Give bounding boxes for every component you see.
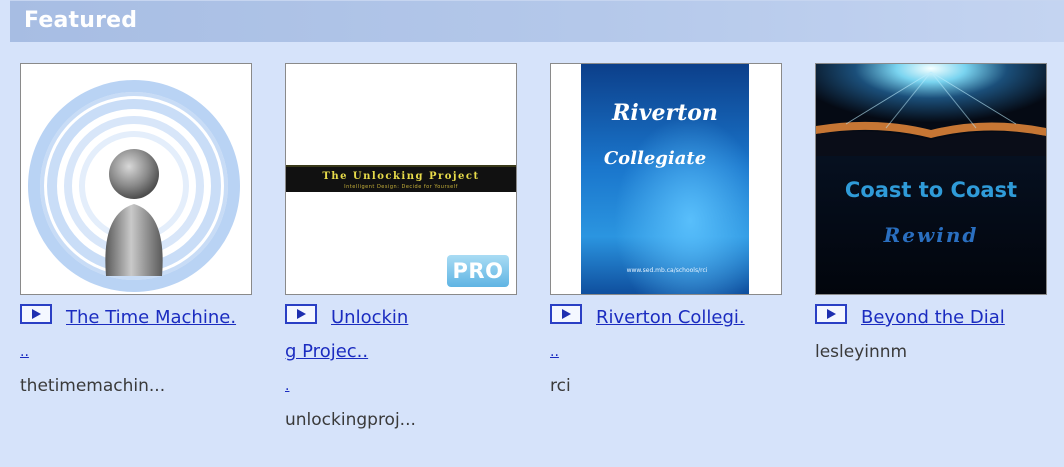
thumbnail-image[interactable] <box>20 63 252 295</box>
item-title-link[interactable]: Riverton Collegi. <box>596 301 796 335</box>
item-title-link-cont[interactable]: g Projec.. <box>285 335 368 369</box>
item-author: lesleyinnm <box>815 342 908 362</box>
podcast-person-icon <box>21 64 251 294</box>
thumbnail-subtitle-text: Intelligent Design: Decide for Yourself <box>344 184 458 190</box>
thumbnail-image[interactable]: Riverton Collegiate www.sed.mb.ca/school… <box>550 63 782 295</box>
item-title-link[interactable]: Beyond the Dial <box>861 301 1061 335</box>
thumbnail-subtitle-text: Collegiate <box>604 148 706 169</box>
item-title-link-cont[interactable]: .. <box>550 335 559 369</box>
riverton-collegiate-thumbnail: Riverton Collegiate www.sed.mb.ca/school… <box>551 64 781 294</box>
featured-panel: Featured The Time Machine. .. thetimemac… <box>0 0 1064 467</box>
item-title-link[interactable]: The Time Machine. <box>66 301 266 335</box>
play-icon[interactable] <box>815 304 847 324</box>
featured-header: Featured <box>10 0 1064 42</box>
item-title-link[interactable]: Unlockin <box>331 301 531 335</box>
thumbnail-image[interactable]: Coast to Coast Rewind <box>815 63 1047 295</box>
play-icon[interactable] <box>550 304 582 324</box>
item-title-link-cont[interactable]: .. <box>20 335 29 369</box>
play-icon[interactable] <box>20 304 52 324</box>
thumbnail-title-text: Coast to Coast <box>845 178 1017 202</box>
item-author: thetimemachin... <box>20 376 166 396</box>
thumbnail-url-text: www.sed.mb.ca/schools/rci <box>627 267 708 274</box>
item-author: unlockingproj... <box>285 410 416 430</box>
coast-to-coast-thumbnail: Coast to Coast Rewind <box>816 64 1046 294</box>
thumbnail-subtitle-text: Rewind <box>883 223 979 247</box>
item-title-link-cont2[interactable]: . <box>285 369 289 403</box>
thumbnail-title-text: Riverton <box>611 100 718 126</box>
thumbnail-banner-text: The Unlocking Project <box>322 171 479 182</box>
play-icon[interactable] <box>285 304 317 324</box>
thumbnail-image[interactable]: The Unlocking Project Intelligent Design… <box>285 63 517 295</box>
pro-badge: PRO <box>447 255 509 287</box>
item-author: rci <box>550 376 571 396</box>
section-title: Featured <box>24 8 138 33</box>
